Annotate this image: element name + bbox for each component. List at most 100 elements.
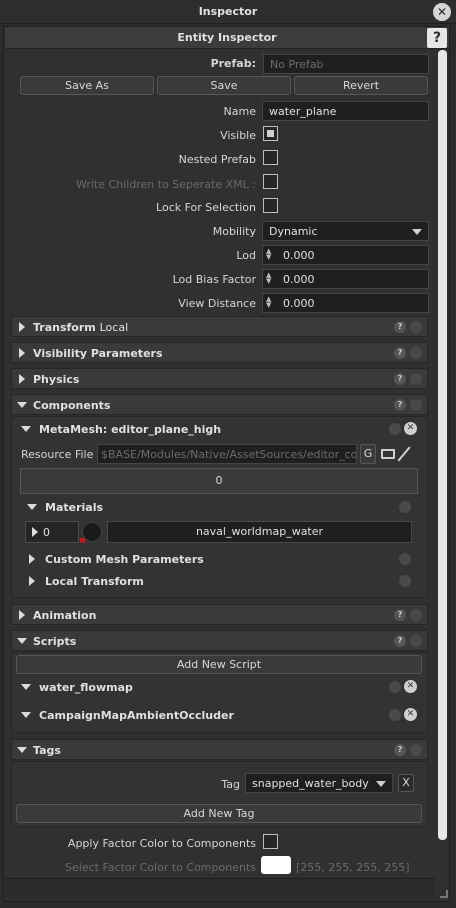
material-index-value: 0 (43, 526, 50, 539)
remove-icon[interactable]: ✕ (404, 680, 417, 693)
folder-icon[interactable] (381, 449, 395, 459)
material-preview[interactable] (82, 522, 102, 542)
close-icon[interactable]: ✕ (433, 3, 451, 21)
section-components[interactable]: Components ? (11, 394, 428, 415)
help-icon[interactable]: ? (394, 321, 406, 333)
material-marker-icon (80, 538, 85, 543)
lod-bias-label: Lod Bias Factor (172, 273, 256, 286)
local-transform-title: Local Transform (45, 575, 144, 588)
help-icon[interactable]: ? (394, 373, 406, 385)
local-transform-header[interactable]: Local Transform (22, 571, 418, 591)
add-new-tag-button[interactable]: Add New Tag (16, 804, 422, 823)
view-distance-label: View Distance (178, 297, 256, 310)
custom-mesh-header[interactable]: Custom Mesh Parameters (22, 549, 418, 569)
remove-icon[interactable]: ✕ (404, 708, 417, 721)
help-icon[interactable]: ? (394, 399, 406, 411)
toggle-dot-icon[interactable] (410, 373, 422, 385)
section-scripts[interactable]: Scripts ? (11, 630, 428, 651)
factor-color-swatch[interactable] (261, 856, 291, 874)
help-icon[interactable]: ? (427, 28, 447, 48)
tag-value: snapped_water_body (252, 777, 369, 790)
chevron-down-icon (412, 229, 422, 235)
chevron-right-icon (19, 610, 25, 620)
lod-field[interactable]: ▲ ▼ 0.000 (262, 245, 429, 265)
section-animation-title: Animation (33, 609, 97, 622)
toggle-dot-icon[interactable] (399, 575, 411, 587)
materials-title: Materials (45, 501, 104, 514)
write-children-checkbox[interactable] (263, 174, 278, 189)
remove-icon[interactable]: ✕ (404, 422, 417, 435)
section-transform[interactable]: Transform Local ? (11, 316, 428, 337)
apply-factor-checkbox[interactable] (263, 834, 278, 849)
chevron-right-icon (19, 374, 25, 384)
section-animation[interactable]: Animation ? (11, 604, 428, 625)
script-item[interactable]: CampaignMapAmbientOccluder ✕ (16, 705, 424, 725)
nested-prefab-checkbox[interactable] (263, 150, 278, 165)
write-children-label: Write Children to Seperate XML : (75, 178, 256, 191)
material-name-field[interactable]: naval_worldmap_water (107, 521, 412, 543)
view-distance-value: 0.000 (283, 297, 315, 310)
section-tags-title: Tags (33, 744, 61, 757)
chevron-right-icon (29, 576, 35, 586)
g-button[interactable]: G (360, 444, 376, 464)
section-tags[interactable]: Tags ? (11, 739, 428, 760)
lod-bias-field[interactable]: ▲ ▼ 0.000 (262, 269, 429, 289)
resource-file-label: Resource File (21, 448, 94, 461)
help-icon[interactable]: ? (394, 635, 406, 647)
chevron-right-icon (19, 348, 25, 358)
toggle-dot-icon[interactable] (399, 553, 411, 565)
prefab-field[interactable]: No Prefab (263, 54, 429, 74)
name-field[interactable]: water_plane (262, 101, 429, 121)
save-button[interactable]: Save (157, 76, 291, 95)
view-distance-field[interactable]: ▲ ▼ 0.000 (262, 293, 429, 313)
toggle-dot-icon[interactable] (410, 635, 422, 647)
section-physics[interactable]: Physics ? (11, 368, 428, 389)
toggle-dot-icon[interactable] (410, 399, 422, 411)
materials-header[interactable]: Materials (22, 497, 418, 517)
tag-select[interactable]: snapped_water_body (245, 773, 393, 793)
chevron-right-icon (29, 554, 35, 564)
spinner-icon[interactable]: ▲ ▼ (266, 296, 271, 309)
section-visibility[interactable]: Visibility Parameters ? (11, 342, 428, 363)
metamesh-header[interactable]: MetaMesh: editor_plane_high ✕ (16, 419, 424, 439)
spinner-icon[interactable]: ▲ ▼ (266, 272, 271, 285)
lock-selection-checkbox[interactable] (263, 198, 278, 213)
name-label: Name (223, 105, 256, 118)
help-icon[interactable]: ? (394, 744, 406, 756)
mesh-count-box: 0 (20, 468, 418, 494)
tag-label: Tag (221, 778, 240, 791)
resize-grip-icon[interactable] (440, 890, 448, 898)
script-name: CampaignMapAmbientOccluder (39, 709, 234, 722)
factor-color-value: [255, 255, 255, 255] (296, 861, 410, 874)
lock-selection-label: Lock For Selection (156, 201, 256, 214)
entity-inspector-header: Entity Inspector (5, 27, 449, 49)
resource-file-field[interactable]: $BASE/Modules/Native/AssetSources/editor… (97, 444, 357, 464)
section-transform-mode: Local (99, 321, 129, 334)
toggle-dot-icon[interactable] (410, 321, 422, 333)
save-as-button[interactable]: Save As (20, 76, 154, 95)
help-icon[interactable]: ? (394, 609, 406, 621)
script-item[interactable]: water_flowmap ✕ (16, 677, 424, 697)
visible-checkbox[interactable] (263, 126, 278, 141)
prefab-label: Prefab: (210, 57, 256, 70)
window-titlebar: Inspector (0, 0, 456, 24)
mobility-select[interactable]: Dynamic (262, 221, 429, 241)
toggle-dot-icon[interactable] (410, 347, 422, 359)
spinner-icon[interactable]: ▲ ▼ (266, 248, 271, 261)
nested-prefab-label: Nested Prefab (178, 153, 256, 166)
section-components-title: Components (33, 399, 111, 412)
toggle-dot-icon[interactable] (410, 609, 422, 621)
toggle-dot-icon[interactable] (389, 423, 401, 435)
toggle-dot-icon[interactable] (410, 744, 422, 756)
remove-tag-button[interactable]: X (398, 774, 414, 792)
help-icon[interactable]: ? (394, 347, 406, 359)
vertical-scrollbar[interactable] (438, 50, 447, 840)
revert-button[interactable]: Revert (294, 76, 428, 95)
toggle-dot-icon[interactable] (399, 501, 411, 513)
toggle-dot-icon[interactable] (389, 681, 401, 693)
toggle-dot-icon[interactable] (389, 709, 401, 721)
mobility-label: Mobility (212, 225, 256, 238)
material-index[interactable]: 0 (25, 521, 79, 543)
apply-factor-label: Apply Factor Color to Components (67, 837, 256, 850)
add-new-script-button[interactable]: Add New Script (16, 655, 422, 674)
